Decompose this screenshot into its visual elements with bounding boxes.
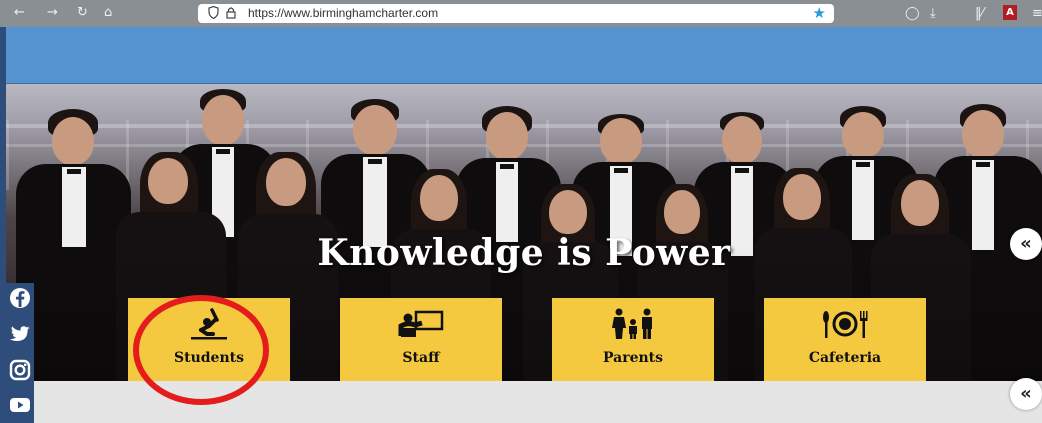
- pdf-icon[interactable]: A: [1003, 5, 1017, 20]
- parents-label[interactable]: Parents: [552, 350, 714, 366]
- twitter-icon[interactable]: [9, 323, 31, 345]
- address-bar[interactable]: https://www.birminghamcharter.com ★: [198, 4, 834, 23]
- youtube-icon[interactable]: [9, 394, 31, 416]
- bookmark-star-icon[interactable]: ★: [813, 4, 826, 22]
- instagram-icon[interactable]: [9, 359, 31, 381]
- home-icon[interactable]: ⌂: [104, 6, 112, 20]
- social-sidebar: [6, 283, 34, 423]
- library-icon[interactable]: ‖⁄: [975, 6, 984, 21]
- back-icon[interactable]: ←: [14, 6, 25, 20]
- highlight-circle: [133, 295, 269, 405]
- teacher-board-icon: [340, 308, 502, 340]
- lock-icon[interactable]: [226, 6, 236, 19]
- url-text[interactable]: https://www.birminghamcharter.com: [248, 6, 438, 20]
- shield-icon[interactable]: [208, 6, 219, 19]
- site-header: [6, 27, 1042, 84]
- facebook-icon[interactable]: [9, 287, 31, 309]
- menu-icon[interactable]: ≡: [1032, 6, 1042, 21]
- staff-label[interactable]: Staff: [340, 350, 502, 366]
- cafeteria-tile[interactable]: Cafeteria: [764, 298, 926, 381]
- browser-toolbar: ← → ↻ ⌂ https://www.birminghamcharter.co…: [0, 0, 1042, 27]
- family-icon: [552, 308, 714, 340]
- forward-icon[interactable]: →: [47, 6, 58, 20]
- collapse-panel-button[interactable]: «: [1010, 378, 1042, 410]
- hero-tagline: Knowledge is Power: [317, 232, 731, 274]
- staff-tile[interactable]: Staff: [340, 298, 502, 381]
- cafeteria-label[interactable]: Cafeteria: [764, 350, 926, 366]
- plate-utensils-icon: [764, 308, 926, 340]
- reload-icon[interactable]: ↻: [77, 6, 88, 20]
- collapse-panel-button[interactable]: «: [1010, 228, 1042, 260]
- parents-tile[interactable]: Parents: [552, 298, 714, 381]
- download-icon[interactable]: ⤓: [930, 6, 936, 21]
- pocket-icon[interactable]: ◯: [905, 6, 920, 21]
